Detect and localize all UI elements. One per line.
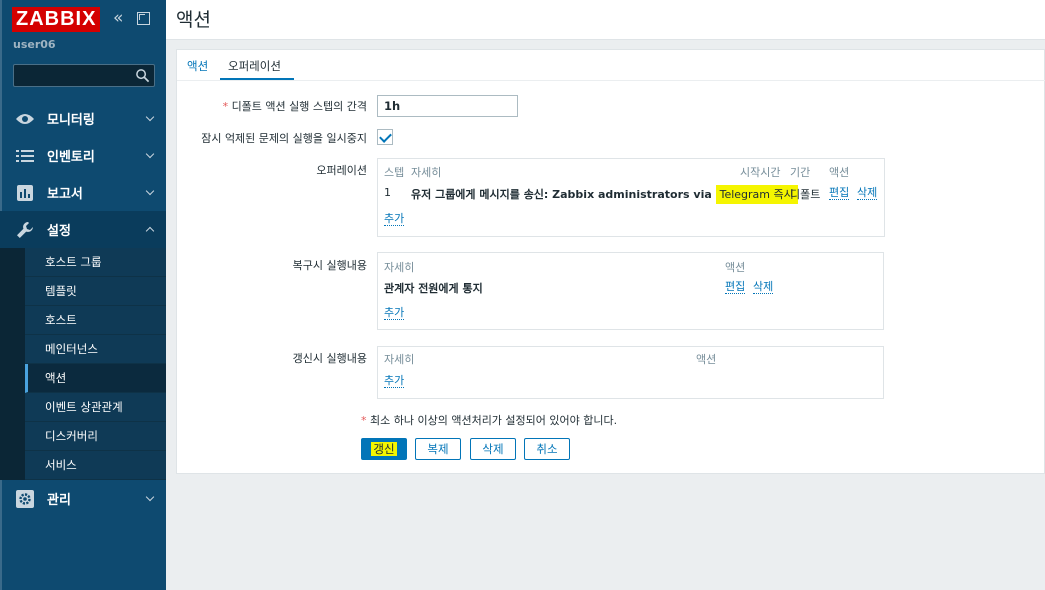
- step-duration-label: * 디폴트 액션 실행 스텝의 간격: [222, 100, 367, 113]
- sidebar: ZABBIX « user06 모니터링 인벤토리 보고서 설정 호스트 그룹 …: [0, 0, 166, 590]
- page-header: 액션: [166, 0, 1045, 40]
- username: user06: [13, 38, 56, 51]
- collapse-sidebar-icon[interactable]: «: [113, 8, 123, 28]
- operation-remove-link[interactable]: 삭제: [857, 186, 878, 200]
- search-icon[interactable]: [135, 68, 150, 83]
- update-button[interactable]: 갱신: [361, 438, 407, 460]
- submenu-event-correlation[interactable]: 이벤트 상관관계: [25, 393, 166, 422]
- submenu-maintenance[interactable]: 메인터넌스: [25, 335, 166, 364]
- menu-administration[interactable]: 관리: [0, 480, 166, 517]
- bar-chart-icon: [15, 183, 35, 203]
- configuration-submenu: 호스트 그룹 템플릿 호스트 메인터넌스 액션 이벤트 상관관계 디스커버리 서…: [0, 248, 166, 480]
- recovery-operations-table: 자세히 액션 관계자 전원에게 통지 편집 삭제 추가: [377, 252, 884, 330]
- menu-label: 설정: [47, 224, 71, 239]
- menu-label: 관리: [47, 493, 71, 508]
- operation-duration: 디폴트: [790, 188, 821, 201]
- submenu-hosts[interactable]: 호스트: [25, 306, 166, 335]
- recovery-edit-link[interactable]: 편집: [725, 280, 746, 294]
- kiosk-mode-icon[interactable]: [137, 12, 150, 25]
- submenu-services[interactable]: 서비스: [25, 451, 166, 480]
- main-menu: 모니터링 인벤토리 보고서 설정 호스트 그룹 템플릿 호스트 메인터넌스 액션…: [0, 100, 166, 517]
- chevron-up-icon: [145, 226, 155, 236]
- tab-bar: 액션 오퍼레이션: [177, 50, 1045, 81]
- update-add-link[interactable]: 추가: [384, 374, 405, 388]
- submenu-host-groups[interactable]: 호스트 그룹: [25, 248, 166, 277]
- operation-step: 1: [384, 186, 391, 199]
- operation-details: 유저 그룹에게 메시지를 송신: Zabbix administrators v…: [411, 185, 798, 204]
- clone-button[interactable]: 복제: [415, 438, 461, 460]
- col-steps: 스텝: [384, 166, 405, 179]
- search-input[interactable]: [13, 64, 155, 87]
- update-operations-label: 갱신시 실행내용: [292, 352, 367, 365]
- gear-icon: [15, 489, 35, 509]
- col-details: 자세히: [384, 353, 415, 366]
- col-start-in: 시작시간: [740, 166, 781, 179]
- chevron-down-icon: [145, 186, 155, 196]
- recovery-remove-link[interactable]: 삭제: [753, 280, 774, 294]
- operation-add-link[interactable]: 추가: [384, 212, 405, 226]
- col-details: 자세히: [411, 166, 442, 179]
- menu-monitoring[interactable]: 모니터링: [0, 100, 166, 137]
- wrench-icon: [15, 220, 35, 240]
- step-duration-input[interactable]: 1h: [377, 95, 518, 117]
- chevron-down-icon: [145, 149, 155, 159]
- col-action: 액션: [725, 261, 746, 274]
- update-operations-table: 자세히 액션 추가: [377, 346, 884, 399]
- menu-label: 모니터링: [47, 113, 95, 128]
- pause-suppressed-checkbox[interactable]: [377, 129, 393, 145]
- recovery-add-link[interactable]: 추가: [384, 306, 405, 320]
- operations-table: 스텝 자세히 시작시간 기간 액션 1 유저 그룹에게 메시지를 송신: Zab…: [377, 158, 885, 237]
- col-duration: 기간: [790, 166, 811, 179]
- chevron-down-icon: [145, 112, 155, 122]
- menu-configuration[interactable]: 설정: [0, 211, 166, 248]
- tab-operations[interactable]: 오퍼레이션: [228, 58, 281, 74]
- tab-action[interactable]: 액션: [187, 58, 208, 74]
- col-action: 액션: [829, 166, 850, 179]
- submenu-discovery[interactable]: 디스커버리: [25, 422, 166, 451]
- menu-reports[interactable]: 보고서: [0, 174, 166, 211]
- page-title: 액션: [176, 9, 211, 31]
- zabbix-logo[interactable]: ZABBIX: [12, 7, 101, 32]
- cancel-button[interactable]: 취소: [524, 438, 570, 460]
- required-note: * 최소 하나 이상의 액션처리가 설정되어 있어야 합니다.: [361, 414, 618, 427]
- menu-inventory[interactable]: 인벤토리: [0, 137, 166, 174]
- pause-suppressed-label: 잠시 억제된 문제의 실행을 일시중지: [201, 132, 367, 145]
- chevron-down-icon: [145, 492, 155, 502]
- submenu-actions[interactable]: 액션: [25, 364, 166, 393]
- delete-button[interactable]: 삭제: [470, 438, 516, 460]
- operation-edit-link[interactable]: 편집: [829, 186, 850, 200]
- submenu-templates[interactable]: 템플릿: [25, 277, 166, 306]
- menu-label: 보고서: [47, 187, 83, 202]
- recovery-details: 관계자 전원에게 통지: [384, 282, 483, 295]
- col-details: 자세히: [384, 261, 415, 274]
- eye-icon: [15, 109, 35, 129]
- action-form-panel: 액션 오퍼레이션 * 디폴트 액션 실행 스텝의 간격 1h 잠시 억제된 문제…: [176, 49, 1045, 474]
- menu-label: 인벤토리: [47, 150, 95, 165]
- list-icon: [15, 146, 35, 166]
- operations-label: 오퍼레이션: [316, 164, 367, 177]
- col-action: 액션: [696, 353, 717, 366]
- active-tab-indicator: [220, 78, 294, 80]
- recovery-operations-label: 복구시 실행내용: [292, 259, 367, 272]
